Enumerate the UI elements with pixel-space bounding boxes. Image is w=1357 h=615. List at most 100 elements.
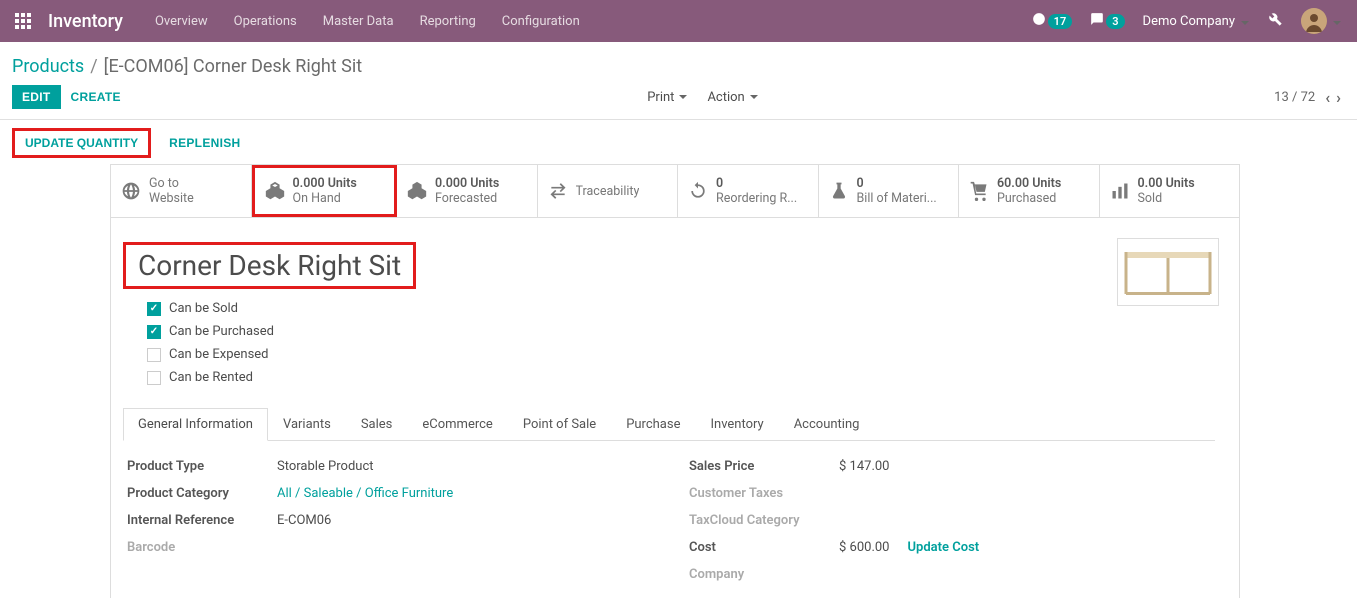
tab-sales[interactable]: Sales (346, 408, 408, 441)
cubes-icon (263, 180, 287, 202)
tab-inventory[interactable]: Inventory (695, 408, 778, 441)
print-dropdown[interactable]: Print (647, 90, 687, 105)
subaction-row: UPDATE QUANTITY REPLENISH (0, 120, 1357, 164)
value-cost: $ 600.00 (839, 540, 890, 555)
label-cost: Cost (689, 540, 839, 555)
pager-prev[interactable]: ‹ (1325, 88, 1330, 107)
action-dropdown[interactable]: Action (707, 90, 757, 105)
field-col-left: Product TypeStorable Product Product Cat… (127, 459, 649, 582)
topnav: Overview Operations Master Data Reportin… (143, 4, 592, 39)
topnav-master-data[interactable]: Master Data (311, 4, 406, 39)
debug-icon[interactable] (1267, 11, 1283, 31)
product-title-wrap: Corner Desk Right Sit (123, 242, 416, 289)
label-customer-taxes: Customer Taxes (689, 486, 839, 501)
company-name: Demo Company (1143, 14, 1235, 29)
form-sheet: Go to Website 0.000 Units On Hand 0.000 … (110, 164, 1240, 598)
label-product-type: Product Type (127, 459, 277, 474)
tab-point-of-sale[interactable]: Point of Sale (508, 408, 611, 441)
check-can-be-expensed[interactable]: Can be Expensed (147, 347, 1215, 362)
value-product-category[interactable]: All / Saleable / Office Furniture (277, 486, 453, 501)
cart-icon (967, 181, 991, 201)
tab-ecommerce[interactable]: eCommerce (407, 408, 507, 441)
field-grid: Product TypeStorable Product Product Cat… (123, 441, 1215, 582)
stat-label: Forecasted (435, 191, 499, 206)
discuss-indicator[interactable]: 3 (1090, 12, 1124, 30)
check-can-be-rented[interactable]: Can be Rented (147, 370, 1215, 385)
label-internal-reference: Internal Reference (127, 513, 277, 528)
cubes-icon (405, 180, 429, 202)
tab-general-information[interactable]: General Information (123, 408, 268, 441)
pager: 13 / 72 ‹ › (1274, 88, 1341, 107)
stat-purchased[interactable]: 60.00 Units Purchased (959, 165, 1100, 217)
topnav-operations[interactable]: Operations (222, 4, 309, 39)
field-col-right: Sales Price$ 147.00 Customer Taxes TaxCl… (689, 459, 1211, 582)
value-sales-price: $ 147.00 (839, 459, 890, 474)
chat-icon (1090, 12, 1104, 30)
breadcrumb-current: [E-COM06] Corner Desk Right Sit (104, 56, 362, 77)
stat-label: On Hand (293, 191, 357, 206)
control-bar: Products / [E-COM06] Corner Desk Right S… (0, 42, 1357, 113)
product-image[interactable] (1117, 238, 1219, 306)
globe-icon (119, 181, 143, 201)
checkbox-icon (147, 325, 161, 339)
topnav-reporting[interactable]: Reporting (408, 4, 488, 39)
topnav-configuration[interactable]: Configuration (490, 4, 592, 39)
stat-label: Purchased (997, 191, 1061, 206)
stat-label: Reordering R... (716, 191, 797, 206)
tab-variants[interactable]: Variants (268, 408, 346, 441)
check-can-be-purchased[interactable]: Can be Purchased (147, 324, 1215, 339)
pager-value[interactable]: 13 / 72 (1274, 90, 1315, 105)
stat-value: 0.000 Units (435, 176, 499, 191)
chevron-down-icon (1331, 14, 1341, 29)
product-title: Corner Desk Right Sit (138, 249, 401, 282)
check-can-be-sold[interactable]: Can be Sold (147, 301, 1215, 316)
stat-value: 0.000 Units (293, 176, 357, 191)
stat-sold[interactable]: 0.00 Units Sold (1100, 165, 1241, 217)
value-internal-reference: E-COM06 (277, 513, 331, 528)
stat-go-to-website[interactable]: Go to Website (111, 165, 252, 217)
label-barcode: Barcode (127, 540, 277, 555)
tab-accounting[interactable]: Accounting (779, 408, 875, 441)
topnav-overview[interactable]: Overview (143, 4, 220, 39)
label-sales-price: Sales Price (689, 459, 839, 474)
stat-value: 0 (857, 176, 937, 191)
content-scroll[interactable]: UPDATE QUANTITY REPLENISH Go to Website … (0, 120, 1357, 598)
update-cost-button[interactable]: Update Cost (908, 540, 980, 555)
sheet-body: Corner Desk Right Sit Can be Sold Can be… (110, 218, 1240, 598)
exchange-icon (546, 181, 570, 201)
stat-bom[interactable]: 0 Bill of Materi... (819, 165, 960, 217)
apps-icon[interactable] (8, 13, 38, 29)
company-switcher[interactable]: Demo Company (1143, 14, 1249, 29)
stat-label: Website (149, 191, 194, 206)
topbar-right: 17 3 Demo Company (1032, 8, 1349, 34)
stat-traceability[interactable]: Traceability (538, 165, 679, 217)
pager-next[interactable]: › (1336, 88, 1341, 107)
breadcrumb-root[interactable]: Products (12, 56, 84, 77)
value-product-type: Storable Product (277, 459, 374, 474)
user-menu[interactable] (1301, 8, 1341, 34)
option-checklist: Can be Sold Can be Purchased Can be Expe… (123, 301, 1215, 385)
label-company: Company (689, 567, 839, 582)
app-brand[interactable]: Inventory (38, 11, 143, 32)
checkbox-icon (147, 302, 161, 316)
replenish-button[interactable]: REPLENISH (169, 128, 250, 158)
discuss-count: 3 (1106, 14, 1124, 29)
stat-forecasted[interactable]: 0.000 Units Forecasted (397, 165, 538, 217)
stat-on-hand[interactable]: 0.000 Units On Hand (252, 165, 398, 217)
checkbox-icon (147, 348, 161, 362)
tabs: General Information Variants Sales eComm… (123, 407, 1215, 441)
topbar: Inventory Overview Operations Master Dat… (0, 0, 1357, 42)
stat-reordering[interactable]: 0 Reordering R... (678, 165, 819, 217)
label-taxcloud-category: TaxCloud Category (689, 513, 839, 528)
tab-purchase[interactable]: Purchase (611, 408, 695, 441)
breadcrumb-separator: / (90, 56, 97, 77)
stat-value: 60.00 Units (997, 176, 1061, 191)
bar-chart-icon (1108, 181, 1132, 201)
stat-label: Bill of Materi... (857, 191, 937, 206)
edit-button[interactable]: EDIT (12, 85, 61, 109)
create-button[interactable]: CREATE (61, 85, 131, 109)
update-quantity-button[interactable]: UPDATE QUANTITY (12, 128, 151, 158)
clock-icon (1032, 12, 1046, 30)
activity-indicator[interactable]: 17 (1032, 12, 1073, 30)
flask-icon (827, 181, 851, 201)
